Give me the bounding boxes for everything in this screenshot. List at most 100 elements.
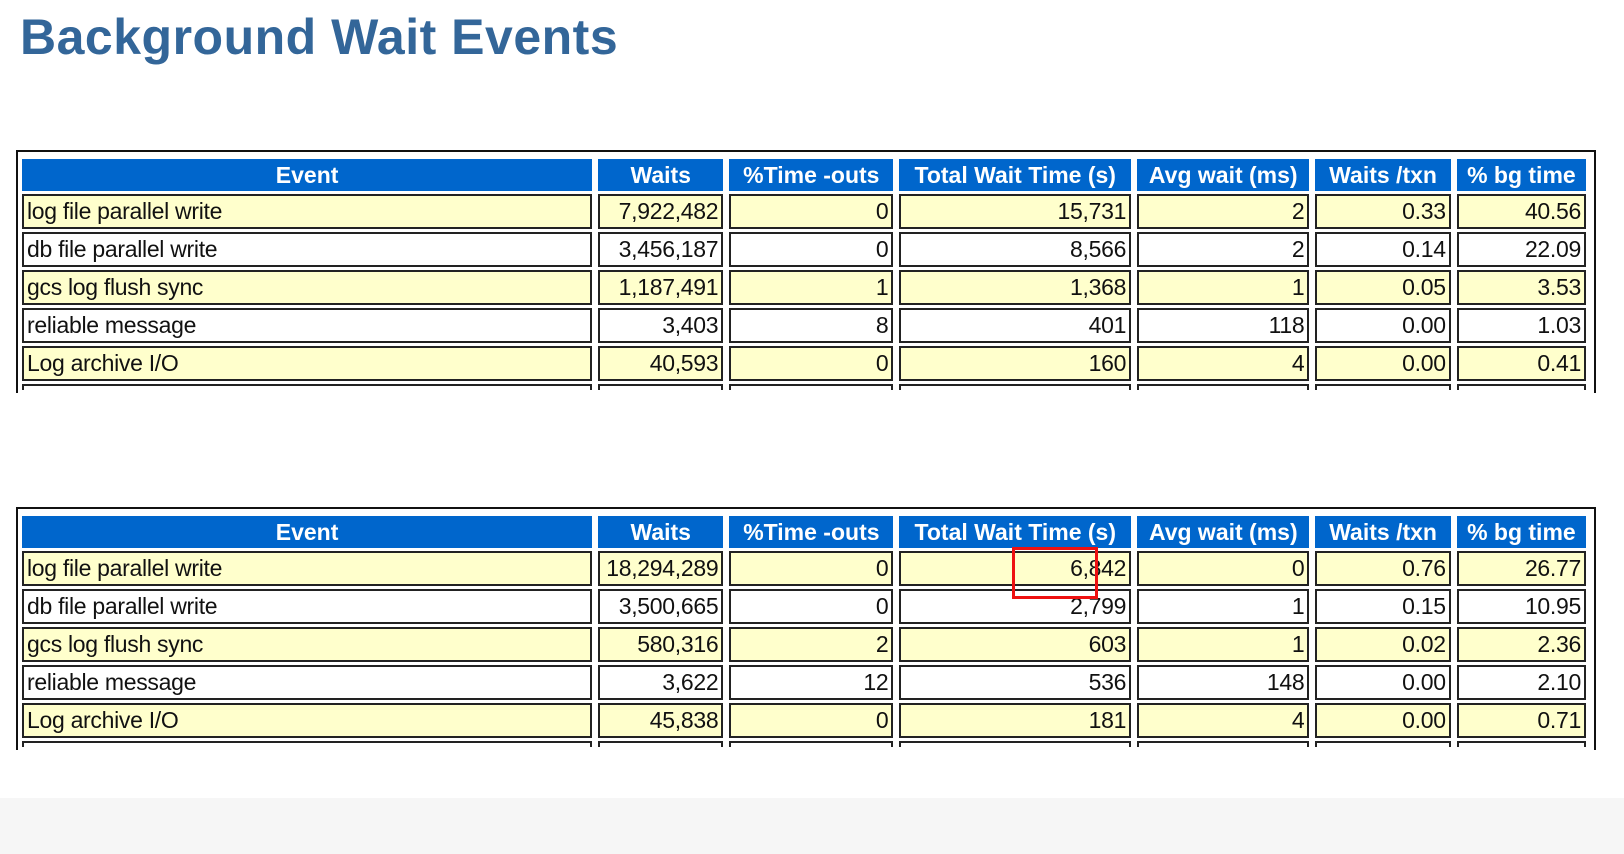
wait-events-table-1: Event Waits %Time -outs Total Wait Time … [16,150,1596,393]
column-header-event: Event [22,516,593,548]
cell-waits-txn: 0.00 [1315,703,1451,738]
column-header-total-wait-time: Total Wait Time (s) [899,159,1132,191]
cell-event: log file parallel write [22,551,593,586]
cell-event: db file parallel write [22,589,593,624]
cutoff-cell [729,741,894,747]
cell-bg-time: 0.41 [1456,346,1586,381]
column-header-avg-wait: Avg wait (ms) [1137,516,1310,548]
column-header-event: Event [22,159,593,191]
highlight-box [1012,547,1098,599]
table-row: Log archive I/O 40,593 0 160 4 0.00 0.41 [22,346,1586,381]
cell-waits: 40,593 [598,346,724,381]
cell-total-wait-time: 603 [899,627,1132,662]
table-header-row: Event Waits %Time -outs Total Wait Time … [22,516,1586,548]
cell-waits-txn: 0.00 [1315,308,1451,343]
cell-time-outs: 1 [729,270,894,305]
cutoff-cell [899,384,1132,390]
cell-time-outs: 12 [729,665,894,700]
cell-time-outs: 8 [729,308,894,343]
cell-bg-time: 22.09 [1456,232,1586,267]
cell-total-wait-time: 15,731 [899,194,1132,229]
cell-waits: 18,294,289 [598,551,724,586]
table-cutoff-row [22,384,1586,390]
cell-event: reliable message [22,308,593,343]
cell-waits: 580,316 [598,627,724,662]
cell-waits-txn: 0.15 [1315,589,1451,624]
column-header-waits: Waits [598,159,724,191]
cell-event: db file parallel write [22,232,593,267]
table-row: log file parallel write 7,922,482 0 15,7… [22,194,1586,229]
cell-avg-wait: 4 [1137,703,1310,738]
cell-total-wait-time: 8,566 [899,232,1132,267]
cutoff-cell [1315,384,1451,390]
cell-avg-wait: 1 [1137,270,1310,305]
cutoff-cell [598,384,724,390]
column-header-waits-txn: Waits /txn [1315,159,1451,191]
cell-time-outs: 0 [729,551,894,586]
cell-bg-time: 1.03 [1456,308,1586,343]
wait-events-table-2: Event Waits %Time -outs Total Wait Time … [16,507,1596,750]
cell-waits: 7,922,482 [598,194,724,229]
cell-waits-txn: 0.33 [1315,194,1451,229]
cell-waits: 3,622 [598,665,724,700]
cell-waits: 3,456,187 [598,232,724,267]
cutoff-cell [598,741,724,747]
cell-event: reliable message [22,665,593,700]
cell-waits-txn: 0.14 [1315,232,1451,267]
cell-avg-wait: 118 [1137,308,1310,343]
cell-time-outs: 0 [729,194,894,229]
table-row: gcs log flush sync 1,187,491 1 1,368 1 0… [22,270,1586,305]
cutoff-cell [22,384,593,390]
cell-time-outs: 0 [729,232,894,267]
cell-total-wait-time: 536 [899,665,1132,700]
column-header-waits-txn: Waits /txn [1315,516,1451,548]
cutoff-cell [1137,741,1310,747]
table-cutoff-row [22,741,1586,747]
cell-event: gcs log flush sync [22,270,593,305]
cutoff-cell [1456,741,1586,747]
column-header-waits: Waits [598,516,724,548]
cell-avg-wait: 2 [1137,232,1310,267]
cell-waits: 3,500,665 [598,589,724,624]
cell-waits-txn: 0.76 [1315,551,1451,586]
column-header-time-outs: %Time -outs [729,516,894,548]
table-row: db file parallel write 3,456,187 0 8,566… [22,232,1586,267]
table-row: reliable message 3,622 12 536 148 0.00 2… [22,665,1586,700]
cell-waits: 1,187,491 [598,270,724,305]
cutoff-cell [1137,384,1310,390]
cell-bg-time: 2.10 [1456,665,1586,700]
table-row: reliable message 3,403 8 401 118 0.00 1.… [22,308,1586,343]
cell-waits: 3,403 [598,308,724,343]
cell-time-outs: 0 [729,346,894,381]
cell-waits-txn: 0.00 [1315,665,1451,700]
column-header-total-wait-time: Total Wait Time (s) [899,516,1132,548]
cell-bg-time: 0.71 [1456,703,1586,738]
cell-avg-wait: 148 [1137,665,1310,700]
cutoff-cell [729,384,894,390]
table-row: gcs log flush sync 580,316 2 603 1 0.02 … [22,627,1586,662]
cell-time-outs: 0 [729,589,894,624]
table-header-row: Event Waits %Time -outs Total Wait Time … [22,159,1586,191]
column-header-bg-time: % bg time [1456,516,1586,548]
cutoff-cell [1456,384,1586,390]
cell-total-wait-time: 181 [899,703,1132,738]
cell-waits: 45,838 [598,703,724,738]
cell-total-wait-time: 401 [899,308,1132,343]
cutoff-cell [22,741,593,747]
page-title: Background Wait Events [20,9,619,65]
cell-bg-time: 2.36 [1456,627,1586,662]
cell-total-wait-time: 160 [899,346,1132,381]
cell-bg-time: 26.77 [1456,551,1586,586]
cell-avg-wait: 1 [1137,627,1310,662]
cell-time-outs: 2 [729,627,894,662]
cell-waits-txn: 0.00 [1315,346,1451,381]
cutoff-cell [1315,741,1451,747]
cutoff-cell [899,741,1132,747]
cell-avg-wait: 2 [1137,194,1310,229]
cell-bg-time: 40.56 [1456,194,1586,229]
cell-event: gcs log flush sync [22,627,593,662]
cell-avg-wait: 0 [1137,551,1310,586]
cell-event: Log archive I/O [22,703,593,738]
table-row: Log archive I/O 45,838 0 181 4 0.00 0.71 [22,703,1586,738]
table-row: log file parallel write 18,294,289 0 6,8… [22,551,1586,586]
